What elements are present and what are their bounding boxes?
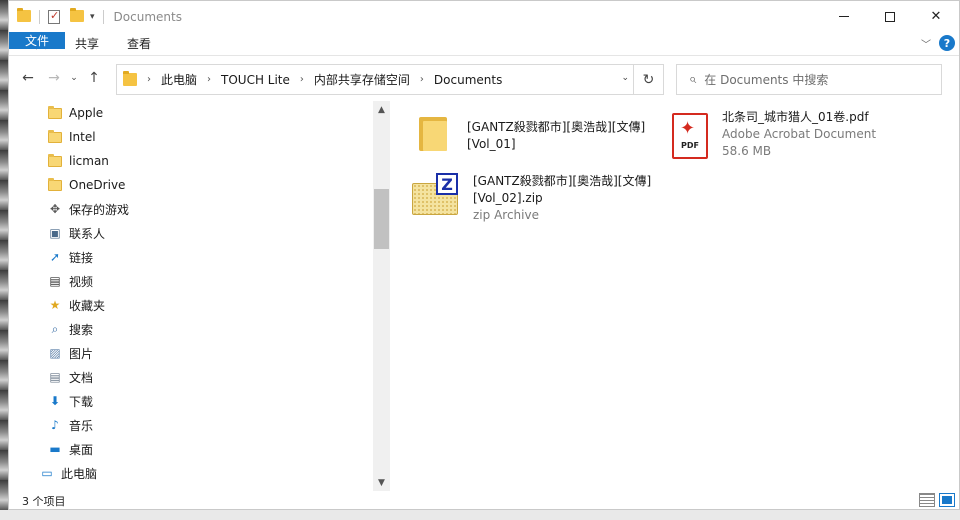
breadcrumb-touch-lite[interactable]: TOUCH Lite xyxy=(221,73,290,87)
favorites-star-icon: ★ xyxy=(49,298,61,312)
file-name: 北条司_城市猎人_01卷.pdf xyxy=(722,110,869,124)
this-pc-icon: ▭ xyxy=(41,466,53,480)
folder-icon xyxy=(47,153,63,169)
file-item-city-hunter-pdf[interactable]: ✦ PDF 北条司_城市猎人_01卷.pdf Adobe Acrobat Docu… xyxy=(672,110,877,160)
search-icon: ⌕ xyxy=(689,72,697,87)
videos-icon: ▤ xyxy=(49,274,61,288)
refresh-button[interactable]: ↻ xyxy=(633,65,663,94)
sidebar-item-desktop[interactable]: ▬ 桌面 xyxy=(47,437,93,461)
expand-ribbon-chevron-icon[interactable]: ﹀ xyxy=(921,36,931,51)
breadcrumb-documents[interactable]: Documents xyxy=(434,73,502,87)
maximize-icon xyxy=(885,11,895,22)
file-type: zip Archive xyxy=(473,208,539,222)
details-view-icon[interactable] xyxy=(919,493,935,507)
sidebar-item-onedrive[interactable]: OneDrive xyxy=(47,173,125,197)
pdf-icon: ✦ PDF xyxy=(672,113,708,159)
help-icon[interactable]: ? xyxy=(939,35,955,51)
tab-share[interactable]: 共享 xyxy=(61,32,113,55)
search-icon: ⌕ xyxy=(51,321,59,336)
saved-games-icon: ✥ xyxy=(49,202,61,216)
file-name: [GANTZ殺戮都市][奧浩哉][文傳] xyxy=(467,120,646,134)
documents-icon: ▤ xyxy=(49,370,61,384)
window-folder-icon xyxy=(17,7,31,24)
sidebar-item-videos[interactable]: ▤ 视频 xyxy=(47,269,93,293)
search-input[interactable] xyxy=(704,72,925,87)
file-item-gantz-vol01[interactable]: [GANTZ殺戮都市][奧浩哉][文傳] [Vol_01] xyxy=(419,101,645,153)
customize-quick-access-chevron-icon[interactable]: ▾ xyxy=(90,12,95,22)
file-name: [GANTZ殺戮都市][奧浩哉][文傳] xyxy=(473,174,652,188)
sidebar-item-licman[interactable]: licman xyxy=(47,149,109,173)
navigation-scrollbar[interactable]: ▲ ▼ xyxy=(373,101,390,491)
breadcrumb-chevron-icon[interactable]: › xyxy=(300,74,304,85)
sidebar-item-this-pc[interactable]: ▭ 此电脑 xyxy=(39,461,97,485)
folder-icon xyxy=(47,177,63,193)
breadcrumb-this-pc[interactable]: 此电脑 xyxy=(161,71,197,88)
sidebar-item-favorites[interactable]: ★ 收藏夹 xyxy=(47,293,105,317)
file-item-gantz-vol02-zip[interactable]: Z [GANTZ殺戮都市][奧浩哉][文傳] [Vol_02].zip zip … xyxy=(412,173,651,224)
new-folder-icon[interactable] xyxy=(70,7,84,24)
breadcrumb-internal-storage[interactable]: 内部共享存储空间 xyxy=(314,71,410,88)
sidebar-item-apple[interactable]: Apple xyxy=(47,101,103,125)
sidebar-item-downloads[interactable]: ⬇ 下载 xyxy=(47,389,93,413)
music-note-icon: ♪ xyxy=(51,418,59,432)
status-bar: 3 个项目 xyxy=(9,491,959,510)
zip-archive-icon: Z xyxy=(412,173,460,217)
recent-locations-chevron-icon[interactable]: ⌄ xyxy=(67,73,81,83)
search-box[interactable]: ⌕ xyxy=(676,64,942,95)
breadcrumb-chevron-icon[interactable]: › xyxy=(147,74,151,85)
tab-view[interactable]: 查看 xyxy=(113,32,165,55)
large-icons-view-icon[interactable] xyxy=(939,493,955,507)
address-bar[interactable]: › 此电脑 › TOUCH Lite › 内部共享存储空间 › Document… xyxy=(116,64,664,95)
file-list: [GANTZ殺戮都市][奧浩哉][文傳] [Vol_01] ✦ PDF 北条司_城… xyxy=(404,101,944,491)
scroll-down-arrow-icon[interactable]: ▼ xyxy=(373,474,390,491)
window-controls: ✕ xyxy=(821,1,959,32)
background-desktop-strip-bottom xyxy=(0,510,960,520)
folder-icon xyxy=(419,117,447,151)
sidebar-item-searches[interactable]: ⌕ 搜索 xyxy=(47,317,93,341)
properties-icon[interactable] xyxy=(48,9,60,24)
item-count: 3 个项目 xyxy=(22,494,66,508)
desktop-icon: ▬ xyxy=(49,442,61,456)
address-folder-icon xyxy=(123,71,137,86)
window-title: Documents xyxy=(113,9,182,24)
maximize-button[interactable] xyxy=(867,1,913,32)
file-name-line2: [Vol_01] xyxy=(467,137,516,151)
ribbon-tabs: 文件 主页 共享 查看 ﹀ ? xyxy=(9,32,959,56)
navigation-pane: Apple Intel licman OneDrive ✥ 保存的游戏 ▣ 联系人 … xyxy=(9,101,390,491)
sidebar-item-intel[interactable]: Intel xyxy=(47,125,96,149)
sidebar-item-documents[interactable]: ▤ 文档 xyxy=(47,365,93,389)
file-name-line2: [Vol_02].zip xyxy=(473,191,543,205)
folder-icon xyxy=(47,129,63,145)
breadcrumb-chevron-icon[interactable]: › xyxy=(207,74,211,85)
scroll-up-arrow-icon[interactable]: ▲ xyxy=(373,101,390,118)
back-arrow-icon[interactable]: ← xyxy=(15,70,41,86)
refresh-icon: ↻ xyxy=(642,71,655,88)
links-icon: ➚ xyxy=(49,250,61,264)
forward-arrow-icon[interactable]: → xyxy=(41,70,67,86)
minimize-icon xyxy=(839,16,849,17)
address-dropdown-chevron-icon[interactable]: ⌄ xyxy=(621,73,629,83)
close-button[interactable]: ✕ xyxy=(913,1,959,32)
file-type: Adobe Acrobat Document xyxy=(722,127,877,141)
minimize-button[interactable] xyxy=(821,1,867,32)
sidebar-item-saved-games[interactable]: ✥ 保存的游戏 xyxy=(47,197,129,221)
folder-icon xyxy=(47,105,63,121)
sidebar-item-links[interactable]: ➚ 链接 xyxy=(47,245,93,269)
downloads-arrow-icon: ⬇ xyxy=(49,394,61,408)
title-bar: ▾ Documents ✕ xyxy=(9,1,959,32)
close-icon: ✕ xyxy=(930,9,942,24)
scroll-thumb[interactable] xyxy=(374,189,389,249)
contacts-icon: ▣ xyxy=(49,226,61,240)
breadcrumb-chevron-icon[interactable]: › xyxy=(420,74,424,85)
file-size: 58.6 MB xyxy=(722,144,772,158)
pictures-icon: ▨ xyxy=(49,346,61,360)
sidebar-item-pictures[interactable]: ▨ 图片 xyxy=(47,341,93,365)
tab-file[interactable]: 文件 xyxy=(9,32,65,49)
sidebar-item-contacts[interactable]: ▣ 联系人 xyxy=(47,221,105,245)
up-arrow-icon[interactable]: ↑ xyxy=(81,70,107,86)
sidebar-item-music[interactable]: ♪ 音乐 xyxy=(47,413,93,437)
file-explorer-window: ▾ Documents ✕ 文件 主页 共享 查看 ﹀ ? ← → ⌄ ↑ › … xyxy=(8,0,960,510)
